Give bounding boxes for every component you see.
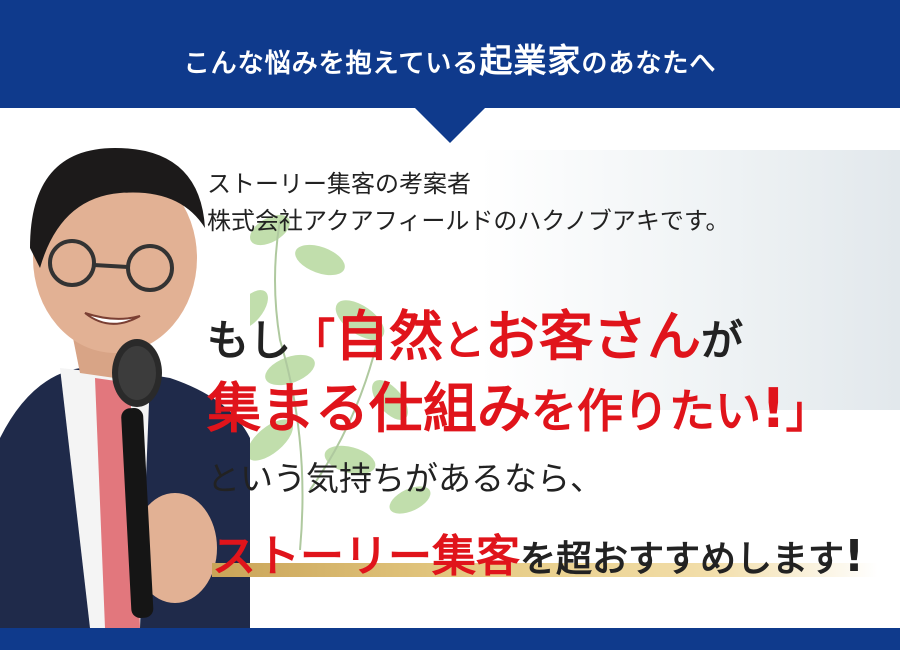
intro-text: ストーリー集客の考案者 株式会社アクアフィールドのハクノブアキです。 bbox=[207, 166, 729, 240]
intro-line-2: 株式会社アクアフィールドのハクノブアキです。 bbox=[207, 207, 730, 235]
headline-prefix: もし bbox=[207, 316, 292, 365]
headline-red-tail: を作りたい bbox=[531, 384, 761, 438]
banner-text-suffix: のあなたへ bbox=[581, 49, 717, 79]
headline-red-word-2: お客さん bbox=[485, 305, 702, 368]
bottom-bar bbox=[0, 628, 900, 650]
headline-exclamation: ! bbox=[761, 377, 786, 440]
final-red-phrase: ストーリー集客 bbox=[212, 531, 520, 582]
headline-connector: と bbox=[443, 316, 486, 365]
headline-line-1: もし「自然とお客さんが bbox=[207, 292, 743, 371]
final-recommendation: ストーリー集客を超おすすめします! bbox=[212, 520, 864, 584]
banner-text-emphasis: 起業家 bbox=[479, 41, 582, 80]
intro-line-1: ストーリー集客の考案者 bbox=[207, 170, 471, 198]
banner-heading: こんな悩みを抱えている起業家のあなたへ bbox=[0, 34, 900, 82]
final-exclamation: ! bbox=[844, 531, 865, 582]
headline-open-bracket: 「 bbox=[291, 315, 336, 366]
headline-particle: が bbox=[701, 316, 744, 365]
banner-text-prefix: こんな悩みを抱えている bbox=[183, 49, 480, 79]
sub-text: という気持ちがあるなら、 bbox=[207, 459, 603, 498]
headline-close-bracket: 」 bbox=[785, 387, 830, 438]
headline-line-2: 集まる仕組みを作りたい!」 bbox=[207, 364, 830, 443]
headline-red-word-1: 自然 bbox=[335, 305, 444, 368]
headline-red-phrase: 集まる仕組み bbox=[207, 377, 531, 440]
final-rest: を超おすすめします bbox=[520, 539, 845, 580]
banner-notch bbox=[414, 107, 486, 143]
